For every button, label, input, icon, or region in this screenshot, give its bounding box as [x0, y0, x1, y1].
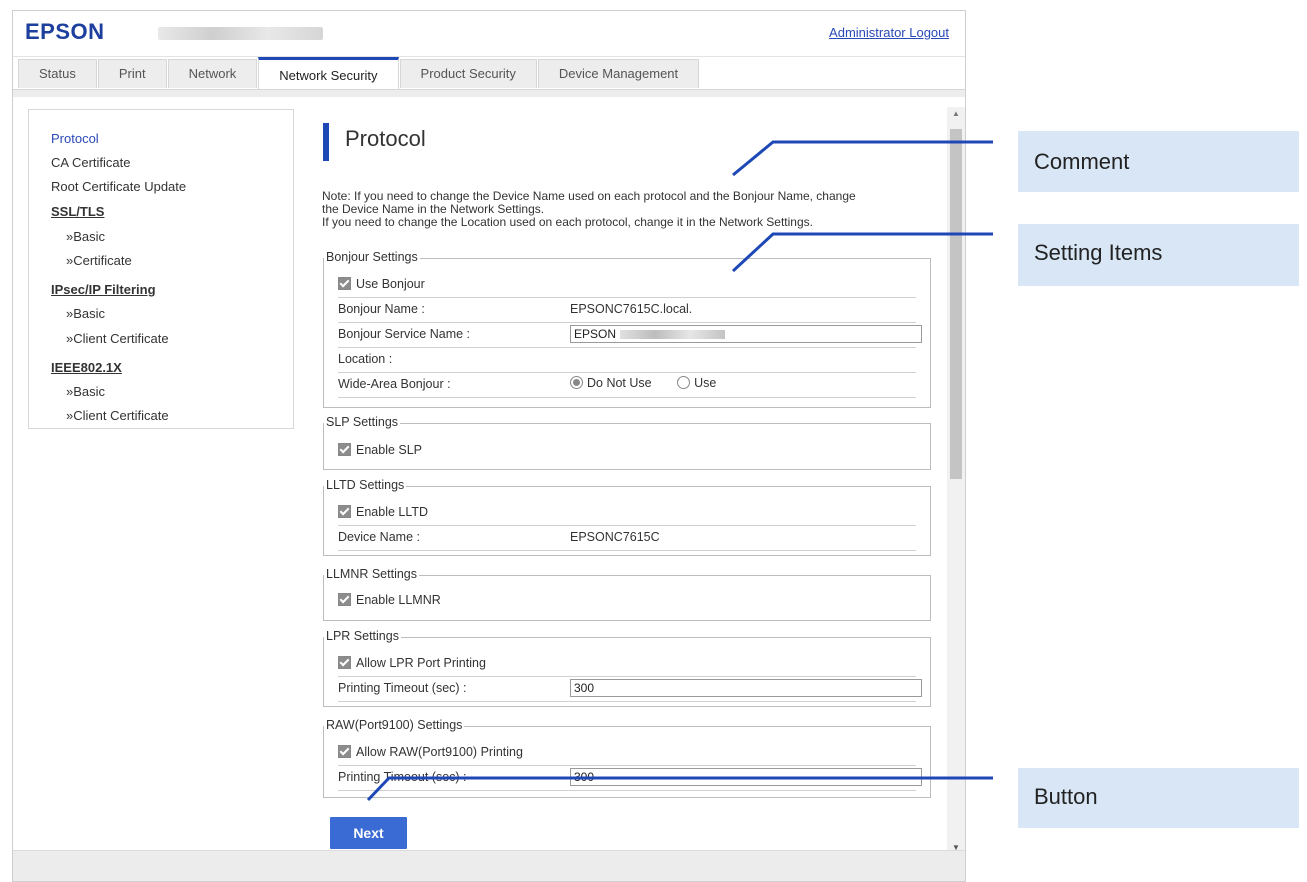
note-line-3: If you need to change the Location used … — [322, 215, 813, 229]
lpr-settings-group: LPR Settings Allow LPR Port Printing Pri… — [323, 629, 931, 707]
use-radio[interactable] — [677, 376, 691, 390]
vertical-scrollbar[interactable]: ▲ ▼ — [947, 107, 965, 859]
enable-llmnr-row: Enable LLMNR — [338, 589, 916, 613]
use-bonjour-row: Use Bonjour — [338, 273, 916, 298]
bonjour-name-row: Bonjour Name : EPSONC7615C.local. — [338, 298, 916, 323]
use-bonjour-checkbox[interactable] — [338, 277, 351, 291]
sidebar-heading-ipsec: IPsec/IP Filtering — [51, 282, 156, 297]
next-button[interactable]: Next — [330, 817, 407, 849]
epson-logo: EPSON — [25, 19, 105, 44]
title-accent-bar — [323, 123, 329, 161]
llmnr-settings-legend: LLMNR Settings — [324, 567, 420, 581]
allow-lpr-row: Allow LPR Port Printing — [338, 652, 916, 677]
tab-print[interactable]: Print — [97, 59, 167, 88]
lltd-device-name-row: Device Name : EPSONC7615C — [338, 526, 916, 551]
use-bonjour-label: Use Bonjour — [356, 277, 425, 291]
do-not-use-label: Do Not Use — [587, 376, 652, 390]
sidebar-item-ssl-basic[interactable]: »Basic — [66, 229, 105, 244]
bonjour-settings-legend: Bonjour Settings — [324, 250, 420, 264]
lpr-settings-legend: LPR Settings — [324, 629, 401, 643]
tab-underline — [13, 89, 965, 97]
bonjour-service-name-label: Bonjour Service Name : — [338, 327, 471, 341]
do-not-use-radio[interactable] — [570, 376, 583, 390]
browser-frame: EPSON Administrator Logout Status Print … — [12, 10, 966, 882]
lltd-device-name-label: Device Name : — [338, 530, 420, 544]
sidebar-item-ipsec-basic[interactable]: »Basic — [66, 306, 105, 321]
note-text: Note: If you need to change the Device N… — [322, 190, 942, 229]
use-label: Use — [694, 376, 717, 390]
wide-area-bonjour-label: Wide-Area Bonjour : — [338, 377, 451, 391]
sidebar-heading-ieee: IEEE802.1X — [51, 360, 122, 375]
main-panel: Protocol Note: If you need to change the… — [313, 97, 945, 849]
enable-slp-label: Enable SLP — [356, 443, 423, 457]
bottom-strip — [13, 850, 965, 881]
location-label: Location : — [338, 352, 393, 366]
allow-raw-label: Allow RAW(Port9100) Printing — [356, 745, 523, 759]
lpr-timeout-label: Printing Timeout (sec) : — [338, 681, 467, 695]
enable-lltd-label: Enable LLTD — [356, 505, 429, 519]
tab-bar: Status Print Network Network Security Pr… — [18, 57, 700, 91]
lpr-timeout-input[interactable]: 300 — [570, 679, 922, 697]
sidebar-item-ssl-certificate[interactable]: »Certificate — [66, 253, 132, 268]
blurred-text — [620, 330, 726, 340]
tab-network[interactable]: Network — [167, 59, 258, 88]
raw-timeout-label: Printing Timeout (sec) : — [338, 770, 467, 784]
page-title: Protocol — [345, 126, 426, 151]
lltd-settings-group: LLTD Settings Enable LLTD Device Name : … — [323, 478, 931, 556]
comment-callout: Comment — [1018, 131, 1299, 192]
allow-lpr-checkbox[interactable] — [338, 656, 351, 670]
enable-lltd-row: Enable LLTD — [338, 501, 916, 526]
tab-network-security[interactable]: Network Security — [258, 57, 399, 91]
sidebar-item-protocol[interactable]: Protocol — [51, 131, 99, 146]
location-row: Location : — [338, 348, 916, 373]
allow-raw-checkbox[interactable] — [338, 745, 351, 759]
enable-slp-row: Enable SLP — [338, 439, 916, 463]
sidebar-item-ieee-client-cert[interactable]: »Client Certificate — [66, 408, 169, 423]
slp-settings-legend: SLP Settings — [324, 415, 401, 429]
button-callout: Button — [1018, 768, 1299, 828]
sidebar-item-ipsec-client-cert[interactable]: »Client Certificate — [66, 331, 169, 346]
bonjour-name-label: Bonjour Name : — [338, 302, 425, 316]
allow-raw-row: Allow RAW(Port9100) Printing — [338, 741, 916, 766]
enable-slp-checkbox[interactable] — [338, 443, 351, 457]
raw-timeout-row: Printing Timeout (sec) : 300 — [338, 766, 922, 791]
lltd-device-name-value: EPSONC7615C — [570, 530, 660, 544]
raw-settings-legend: RAW(Port9100) Settings — [324, 718, 465, 732]
raw-timeout-input[interactable]: 300 — [570, 768, 922, 786]
sidebar-item-root-cert-update[interactable]: Root Certificate Update — [51, 179, 186, 194]
scroll-up-arrow-icon[interactable]: ▲ — [947, 109, 965, 123]
scroll-thumb[interactable] — [950, 129, 962, 479]
bonjour-service-name-row: Bonjour Service Name : EPSON — [338, 323, 922, 348]
raw-settings-group: RAW(Port9100) Settings Allow RAW(Port910… — [323, 718, 931, 798]
bonjour-name-value: EPSONC7615C.local. — [570, 302, 693, 316]
content-area: Protocol CA Certificate Root Certificate… — [13, 97, 965, 859]
sidebar-heading-ssl-tls: SSL/TLS — [51, 204, 105, 219]
llmnr-settings-group: LLMNR Settings Enable LLMNR — [323, 567, 931, 621]
tab-device-management[interactable]: Device Management — [537, 59, 700, 88]
lltd-settings-legend: LLTD Settings — [324, 478, 407, 492]
sidebar-item-ieee-basic[interactable]: »Basic — [66, 384, 105, 399]
wide-area-bonjour-row: Wide-Area Bonjour : Do Not Use Use — [338, 373, 916, 398]
enable-llmnr-checkbox[interactable] — [338, 593, 351, 607]
printer-model-blurred — [158, 27, 323, 40]
tab-status[interactable]: Status — [18, 59, 97, 88]
header: EPSON Administrator Logout — [13, 11, 965, 57]
sidebar: Protocol CA Certificate Root Certificate… — [28, 109, 294, 429]
admin-logout-link[interactable]: Administrator Logout — [829, 25, 949, 40]
lpr-timeout-row: Printing Timeout (sec) : 300 — [338, 677, 922, 702]
enable-llmnr-label: Enable LLMNR — [356, 593, 441, 607]
bonjour-service-name-input[interactable]: EPSON — [570, 325, 922, 343]
tab-product-security[interactable]: Product Security — [399, 59, 537, 88]
bonjour-service-name-value: EPSON — [574, 327, 617, 341]
sidebar-item-ca-certificate[interactable]: CA Certificate — [51, 155, 130, 170]
bonjour-settings-group: Bonjour Settings Use Bonjour Bonjour Nam… — [323, 250, 931, 408]
slp-settings-group: SLP Settings Enable SLP — [323, 415, 931, 470]
enable-lltd-checkbox[interactable] — [338, 505, 351, 519]
allow-lpr-label: Allow LPR Port Printing — [356, 656, 486, 670]
setting-items-callout: Setting Items — [1018, 224, 1299, 286]
